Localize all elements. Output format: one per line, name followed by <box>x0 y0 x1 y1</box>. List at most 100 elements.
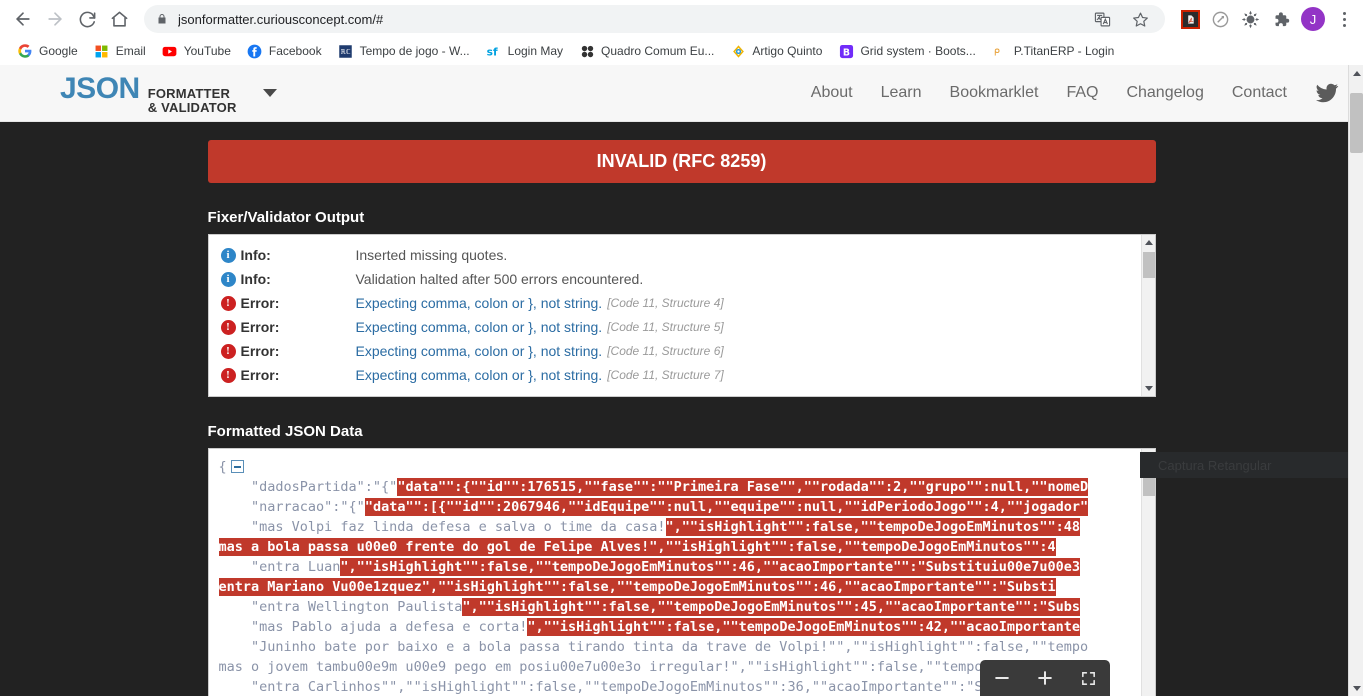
validator-row-message[interactable]: Expecting comma, colon or }, not string. <box>356 319 603 335</box>
validator-row: ! Error: Expecting comma, colon or }, no… <box>220 291 1143 315</box>
bookmark-login-may[interactable]: sf Login May <box>479 40 570 62</box>
bookmark-artigo-quinto[interactable]: Artigo Quinto <box>723 40 829 62</box>
json-text: mas o jovem tambu00e9m u00e9 pego em pos… <box>218 659 1056 675</box>
json-line: "entra Wellington Paulista",""isHighligh… <box>219 597 1155 617</box>
nav-item-faq[interactable]: FAQ <box>1066 84 1098 102</box>
validator-row-message[interactable]: Expecting comma, colon or }, not string. <box>356 343 603 359</box>
json-text: "dadosPartida":"{" <box>218 479 398 495</box>
json-line: entra Mariano Vu00e1zquez",""isHighlight… <box>218 577 1155 597</box>
logo-validator-text: & VALIDATOR <box>147 99 237 115</box>
profile-avatar[interactable]: J <box>1301 7 1325 31</box>
bookmark-google[interactable]: Google <box>10 40 85 62</box>
validator-row-type: Error: <box>240 319 280 335</box>
bookmark-star-icon[interactable] <box>1127 6 1153 32</box>
validator-row-code: [Code 11, Structure 7] <box>607 368 724 382</box>
twitter-bird-icon[interactable] <box>1315 81 1339 105</box>
json-code-area[interactable]: { "dadosPartida":"{""data"":{""id"":1765… <box>209 449 1155 696</box>
address-bar[interactable]: jsonformatter.curiousconcept.com/# <box>144 5 1165 33</box>
browser-window: jsonformatter.curiousconcept.com/# J Goo… <box>0 0 1363 696</box>
back-button[interactable] <box>8 4 38 34</box>
bookmark-label: Login May <box>507 44 564 58</box>
json-text: "Juninho bate por baixo e a bola passa t… <box>218 639 1089 655</box>
validator-output-panel[interactable]: i Info: Inserted missing quotes. i Info:… <box>207 234 1156 397</box>
json-line: "mas Volpi faz linda defesa e salva o ti… <box>219 517 1155 537</box>
error-icon: ! <box>220 367 241 383</box>
validator-output-rows: i Info: Inserted missing quotes. i Info:… <box>209 235 1155 395</box>
page-scrollbar[interactable] <box>1348 65 1363 696</box>
logo-formatter-text: FORMATTER <box>147 85 231 101</box>
home-button[interactable] <box>104 4 134 34</box>
kebab-menu-icon[interactable] <box>1333 6 1355 32</box>
adobe-acrobat-extension-icon[interactable] <box>1177 6 1203 32</box>
ghost-tooltip: Captura Retangular <box>1140 452 1363 478</box>
scroll-up-icon[interactable] <box>1349 65 1363 81</box>
scroll-down-icon[interactable] <box>1349 680 1363 696</box>
svg-text:B: B <box>843 47 850 58</box>
validator-row: i Info: Validation halted after 500 erro… <box>220 267 1143 291</box>
bookmark-grid-system[interactable]: B Grid system · Boots... <box>831 40 982 62</box>
svg-text:sf: sf <box>487 45 498 58</box>
chevron-down-icon[interactable] <box>262 89 277 97</box>
scrollbar-thumb[interactable] <box>1142 252 1155 278</box>
bookmark-facebook[interactable]: Facebook <box>240 40 329 62</box>
page-viewport: JSON FORMATTER & VALIDATOR About Learn B… <box>0 65 1363 696</box>
validator-row-message[interactable]: Expecting comma, colon or }, not string. <box>356 295 603 311</box>
json-panel-scrollbar[interactable] <box>1140 449 1155 696</box>
bookmark-quadro-comum[interactable]: Quadro Comum Eu... <box>572 40 721 62</box>
facebook-icon <box>247 43 263 59</box>
scroll-up-icon[interactable] <box>1142 235 1155 250</box>
validator-row-message: Validation halted after 500 errors encou… <box>355 271 644 287</box>
extensions-puzzle-icon[interactable] <box>1267 6 1293 32</box>
nav-item-changelog[interactable]: Changelog <box>1126 84 1203 102</box>
bookmark-label: Quadro Comum Eu... <box>601 44 715 58</box>
youtube-icon <box>162 43 178 59</box>
scrollbar-thumb[interactable] <box>1350 93 1363 153</box>
nav-item-bookmarklet[interactable]: Bookmarklet <box>950 84 1039 102</box>
json-text: "mas Volpi faz linda defesa e salva o ti… <box>218 519 666 535</box>
colorzilla-extension-icon[interactable] <box>1237 6 1263 32</box>
diamond-icon <box>730 43 746 59</box>
forward-button[interactable] <box>40 4 70 34</box>
bookmark-label: Facebook <box>268 44 322 58</box>
bookmark-label: Email <box>115 44 146 58</box>
site-logo[interactable]: JSON FORMATTER & VALIDATOR <box>60 72 237 114</box>
json-error-highlight: ",""isHighlight"":false,""tempoDeJogoEmM… <box>527 618 1081 636</box>
formatted-json-panel[interactable]: { "dadosPartida":"{""data"":{""id"":1765… <box>207 448 1156 696</box>
bookmark-label: P.TitanERP - Login <box>1013 44 1115 58</box>
site-nav: About Learn Bookmarklet FAQ Changelog Co… <box>811 81 1339 105</box>
fullscreen-icon[interactable] <box>1071 664 1105 692</box>
json-line: "narracao":"{""data"":[{""id"":2067946,"… <box>219 497 1155 517</box>
json-text: "entra Wellington Paulista <box>218 599 463 615</box>
nav-item-learn[interactable]: Learn <box>881 84 922 102</box>
validator-row-code: [Code 11, Structure 6] <box>607 344 724 358</box>
toolbar-extensions: J <box>1173 6 1355 32</box>
generic-site-icon: ℝℂ <box>338 43 354 59</box>
svg-text:ᑭ: ᑭ <box>994 47 1000 58</box>
minus-icon[interactable] <box>985 664 1019 692</box>
bookmark-tempo-de-jogo[interactable]: ℝℂ Tempo de jogo - W... <box>331 40 477 62</box>
bookmark-label: Grid system · Boots... <box>860 44 976 58</box>
json-error-highlight: "data"":[{""id"":2067946,""idEquipe"":nu… <box>364 498 1089 516</box>
collapse-toggle-icon[interactable] <box>230 459 244 473</box>
bookmark-label: YouTube <box>183 44 231 58</box>
bookmark-youtube[interactable]: YouTube <box>155 40 238 62</box>
validator-row-message[interactable]: Expecting comma, colon or }, not string. <box>356 367 603 383</box>
json-error-highlight: ",""isHighlight"":false,""tempoDeJogoEmM… <box>665 518 1081 536</box>
bookmark-email[interactable]: Email <box>87 40 153 62</box>
plus-icon[interactable] <box>1028 664 1062 692</box>
reload-button[interactable] <box>72 4 102 34</box>
validator-row-code: [Code 11, Structure 5] <box>607 320 724 334</box>
validator-output-scrollbar[interactable] <box>1140 235 1155 396</box>
info-icon: i <box>220 271 241 287</box>
json-text: "narracao":"{" <box>218 499 365 515</box>
nav-item-about[interactable]: About <box>811 84 853 102</box>
formatted-json-label: Formatted JSON Data <box>207 423 363 440</box>
scroll-down-icon[interactable] <box>1142 381 1155 396</box>
validator-row-type: Error: <box>240 295 280 311</box>
translate-icon[interactable] <box>1089 6 1115 32</box>
bookmark-titanerp[interactable]: ᑭ P.TitanERP - Login <box>985 40 1122 62</box>
browser-toolbar: jsonformatter.curiousconcept.com/# J <box>0 0 1363 38</box>
json-line: "dadosPartida":"{""data"":{""id"":176515… <box>219 477 1155 497</box>
nav-item-contact[interactable]: Contact <box>1232 84 1287 102</box>
gray-circle-extension-icon[interactable] <box>1207 6 1233 32</box>
